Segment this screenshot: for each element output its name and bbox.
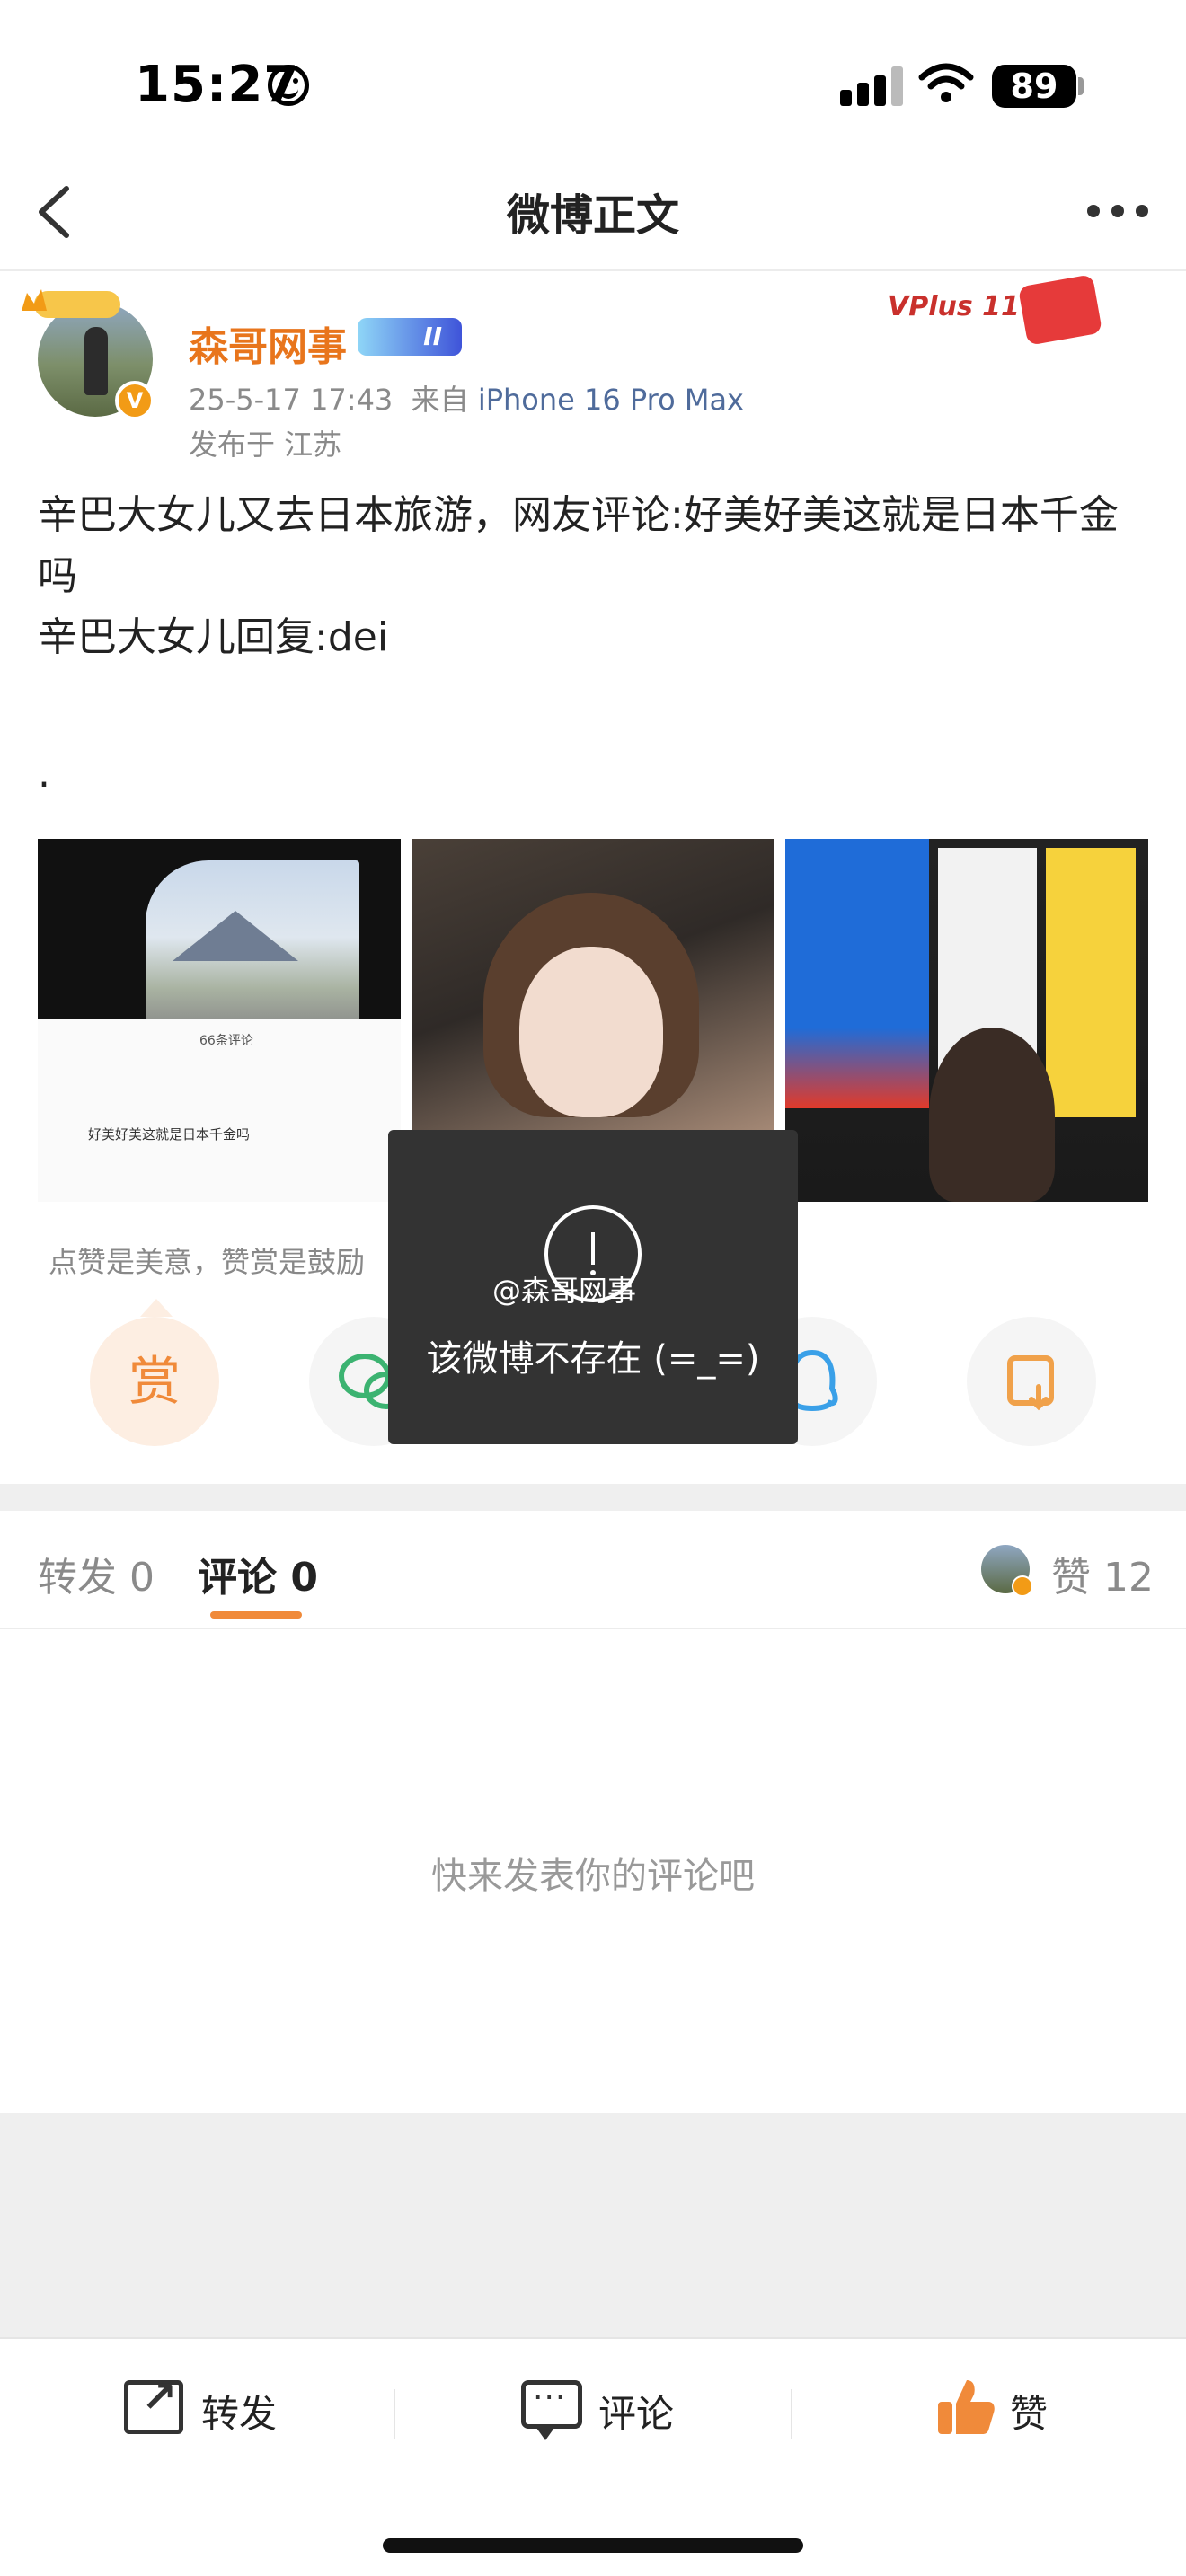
post-meta: 25-5-17 17:43 来自 iPhone 16 Pro Max xyxy=(189,377,744,419)
image-comment-text: 好美好美这就是日本千金吗 xyxy=(88,1126,251,1142)
repost-button[interactable]: 转发 xyxy=(201,2384,277,2439)
comment-icon[interactable] xyxy=(521,2379,582,2440)
toast-watermark: @森哥网事 xyxy=(492,1274,637,1308)
battery-level: 89 xyxy=(992,65,1076,108)
download-image-icon xyxy=(1007,1355,1054,1411)
author-name[interactable]: 森哥网事 xyxy=(189,314,347,372)
post-image-3[interactable] xyxy=(785,839,1148,1202)
more-options-icon[interactable] xyxy=(1087,205,1150,219)
cellular-signal-icon xyxy=(840,66,903,106)
tab-like[interactable]: 赞 12 xyxy=(1051,1545,1154,1602)
tab-repost[interactable]: 转发 0 xyxy=(38,1545,155,1602)
comment-button[interactable]: 评论 xyxy=(598,2384,674,2439)
action-separator xyxy=(394,2389,395,2439)
verified-v-icon: V xyxy=(115,381,155,420)
action-separator xyxy=(791,2389,792,2439)
post-image-1[interactable]: 66条评论 好美好美这就是日本千金吗 xyxy=(38,839,401,1202)
reward-button[interactable]: 赏 xyxy=(90,1317,219,1446)
save-image-button[interactable] xyxy=(967,1317,1096,1446)
reward-hint: 点赞是美意，赞赏是鼓励 xyxy=(49,1245,366,1279)
post-body-dot: . xyxy=(38,751,50,797)
tab-comment[interactable]: 评论 0 xyxy=(198,1545,318,1602)
hint-pointer xyxy=(140,1299,173,1317)
toast-message: 该微博不存在 (=_=) xyxy=(426,1338,760,1380)
post-source-link[interactable]: iPhone 16 Pro Max xyxy=(478,383,744,417)
battery-tip-icon xyxy=(1078,77,1084,95)
red-envelope-icon xyxy=(1017,274,1103,346)
page-title: 微博正文 xyxy=(506,190,679,241)
post-location: 发布于 江苏 xyxy=(189,428,342,462)
thumbs-up-icon[interactable] xyxy=(934,2375,997,2438)
section-gap xyxy=(0,1484,1186,1511)
active-tab-indicator xyxy=(210,1611,302,1619)
post-body-text: 辛巴大女儿又去日本旅游，网友评论:好美好美这就是日本千金吗 辛巴大女儿回复:de… xyxy=(38,492,1119,660)
image-comment-count: 66条评论 xyxy=(199,1034,253,1048)
source-prefix: 来自 xyxy=(411,383,469,417)
bottom-spacer xyxy=(0,2113,1186,2337)
empty-comments-hint: 快来发表你的评论吧 xyxy=(431,1856,755,1897)
smiley-status-icon xyxy=(268,65,309,106)
wifi-icon xyxy=(918,63,974,102)
ranking-badge-icon xyxy=(22,289,120,318)
post-time: 25-5-17 17:43 xyxy=(189,383,394,417)
repost-icon[interactable] xyxy=(124,2372,183,2434)
liker-avatar xyxy=(981,1545,1033,1597)
tab-divider xyxy=(0,1628,1186,1629)
vplus-promo[interactable]: VPlus 11·11 xyxy=(888,274,1107,347)
home-indicator xyxy=(383,2538,803,2553)
like-button[interactable]: 赞 xyxy=(1010,2384,1048,2439)
nav-divider xyxy=(0,269,1186,271)
member-level-badge[interactable]: II xyxy=(358,318,462,356)
